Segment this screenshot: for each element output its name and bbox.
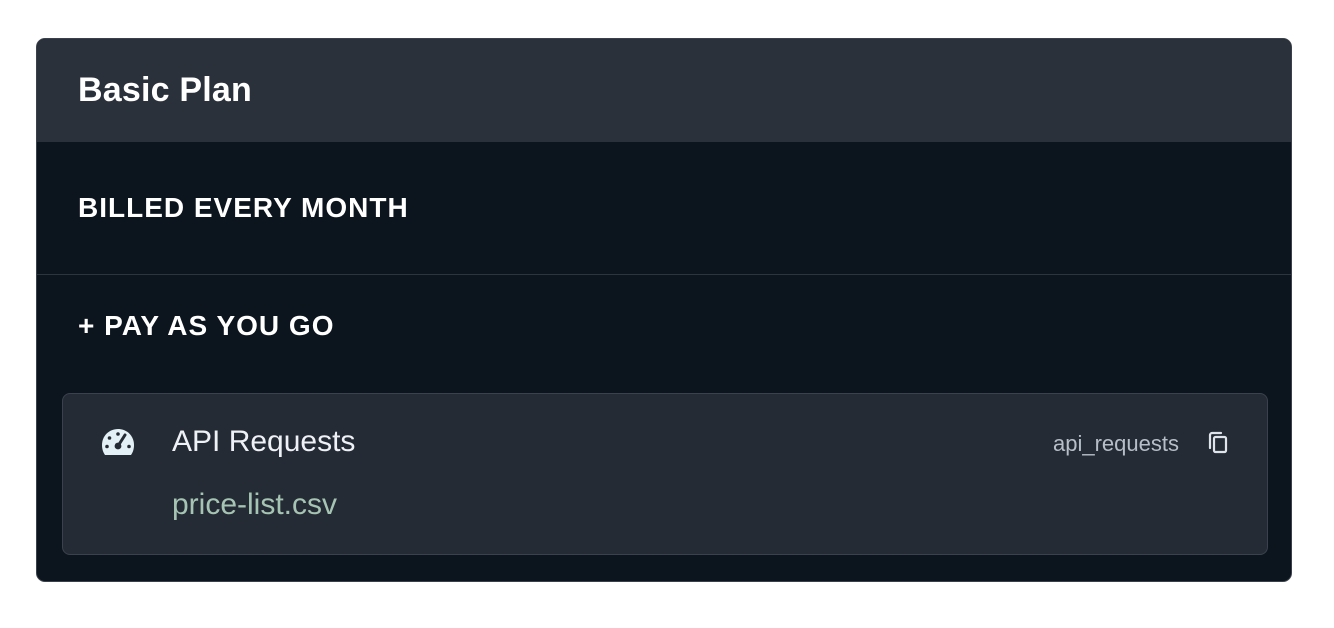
plan-header: Basic Plan (37, 39, 1291, 142)
plan-card: Basic Plan BILLED EVERY MONTH + PAY AS Y… (36, 38, 1292, 582)
meter-item[interactable]: API Requests price-list.csv api_requests (62, 393, 1268, 555)
copy-icon[interactable] (1205, 429, 1231, 457)
meter-price-file: price-list.csv (172, 488, 338, 521)
pay-as-you-go-label: + PAY AS YOU GO (78, 310, 335, 341)
plan-title: Basic Plan (78, 71, 252, 109)
gauge-icon (101, 427, 135, 457)
billed-monthly-label: BILLED EVERY MONTH (78, 192, 409, 223)
meter-name: API Requests (172, 425, 356, 458)
meter-key: api_requests (1053, 431, 1179, 456)
billed-monthly-section: BILLED EVERY MONTH (37, 142, 1291, 275)
pay-as-you-go-section: + PAY AS YOU GO (37, 275, 1291, 377)
